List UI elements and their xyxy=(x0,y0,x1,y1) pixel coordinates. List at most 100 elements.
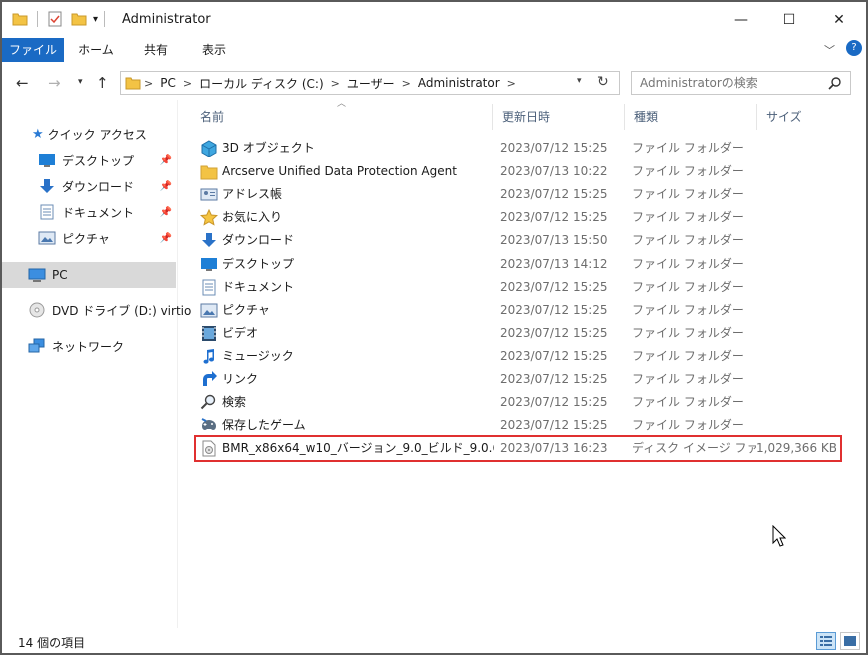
maximize-button[interactable]: ☐ xyxy=(766,2,812,38)
forward-arrow-icon[interactable]: → xyxy=(48,74,61,92)
file-date: 2023/07/12 15:25 xyxy=(500,372,608,386)
tab-file[interactable]: ファイル xyxy=(2,38,64,62)
file-row[interactable]: ビデオ 2023/07/12 15:25 ファイル フォルダー xyxy=(196,322,840,345)
details-view-button[interactable] xyxy=(816,632,836,650)
title-bar: ▾ Administrator — ☐ ✕ xyxy=(2,2,866,38)
nav-label: DVD ドライブ (D:) virtio xyxy=(52,303,192,318)
file-name: Arcserve Unified Data Protection Agent xyxy=(222,164,457,179)
chevron-right-icon[interactable]: > xyxy=(141,77,156,90)
large-icons-view-icon xyxy=(844,636,856,646)
nav-pictures[interactable]: ピクチャ 📌 xyxy=(2,226,176,250)
refresh-icon[interactable]: ↻ xyxy=(597,74,609,90)
nav-quick-access[interactable]: ★ クイック アクセス xyxy=(2,122,176,146)
file-row[interactable]: 検索 2023/07/12 15:25 ファイル フォルダー xyxy=(196,391,840,414)
nav-downloads[interactable]: ダウンロード 📌 xyxy=(2,174,176,198)
pin-icon[interactable]: 📌 xyxy=(160,233,172,244)
column-divider[interactable] xyxy=(756,104,757,130)
links-icon xyxy=(203,371,217,386)
nav-network[interactable]: ネットワーク xyxy=(2,334,176,358)
file-date: 2023/07/12 15:25 xyxy=(500,302,608,317)
column-header-type[interactable]: 種類 xyxy=(626,104,756,130)
breadcrumb-pc[interactable]: PC xyxy=(156,76,180,90)
large-icons-view-button[interactable] xyxy=(840,632,860,650)
back-arrow-icon[interactable]: ← xyxy=(16,74,29,92)
file-size xyxy=(756,276,836,299)
column-divider[interactable] xyxy=(492,104,493,130)
file-row[interactable]: デスクトップ 2023/07/13 14:12 ファイル フォルダー xyxy=(196,253,840,276)
customize-toolbar-icon[interactable]: ▾ xyxy=(93,14,98,25)
breadcrumb-local-disk[interactable]: ローカル ディスク (C:) xyxy=(195,75,328,92)
chevron-right-icon[interactable]: > xyxy=(504,77,519,90)
address-bar[interactable]: > PC > ローカル ディスク (C:) > ユーザー > Administr… xyxy=(120,71,620,95)
file-row[interactable]: 保存したゲーム 2023/07/12 15:25 ファイル フォルダー xyxy=(196,414,840,437)
chevron-right-icon[interactable]: > xyxy=(399,77,414,90)
file-size xyxy=(756,183,836,206)
file-row[interactable]: 3D オブジェクト 2023/07/12 15:25 ファイル フォルダー xyxy=(196,137,840,160)
file-size xyxy=(756,368,836,391)
file-row[interactable]: リンク 2023/07/12 15:25 ファイル フォルダー xyxy=(196,368,840,391)
pin-icon[interactable]: 📌 xyxy=(160,181,172,192)
3d-objects-icon xyxy=(201,140,217,157)
expand-ribbon-icon[interactable]: ﹀ xyxy=(824,42,835,58)
file-size xyxy=(756,345,836,368)
recent-locations-icon[interactable]: ▾ xyxy=(78,77,83,87)
close-button[interactable]: ✕ xyxy=(816,2,862,38)
file-row[interactable]: Arcserve Unified Data Protection Agent 20… xyxy=(196,160,840,183)
column-header-date[interactable]: 更新日時 xyxy=(494,104,624,130)
file-row[interactable]: ミュージック 2023/07/12 15:25 ファイル フォルダー xyxy=(196,345,840,368)
search-box[interactable] xyxy=(631,71,851,95)
file-row[interactable]: お気に入り 2023/07/12 15:25 ファイル フォルダー xyxy=(196,206,840,229)
column-header-name[interactable]: 名前 xyxy=(192,104,492,130)
breadcrumb-administrator[interactable]: Administrator xyxy=(414,76,504,90)
nav-label: ネットワーク xyxy=(52,339,125,354)
status-bar: 14 個の項目 xyxy=(2,628,866,653)
file-date: 2023/07/12 15:25 xyxy=(500,348,608,363)
nav-this-pc[interactable]: PC xyxy=(2,262,176,288)
item-count: 14 個の項目 xyxy=(18,636,86,650)
file-date: 2023/07/13 16:23 xyxy=(500,441,608,456)
file-type: ファイル フォルダー xyxy=(632,233,744,248)
videos-icon xyxy=(202,325,216,341)
favorites-icon xyxy=(200,209,218,226)
breadcrumb: > PC > ローカル ディスク (C:) > ユーザー > Administr… xyxy=(141,75,519,92)
minimize-button[interactable]: — xyxy=(718,2,764,38)
nav-documents[interactable]: ドキュメント 📌 xyxy=(2,200,176,224)
file-row[interactable]: ピクチャ 2023/07/12 15:25 ファイル フォルダー xyxy=(196,299,840,322)
search-input[interactable] xyxy=(640,76,820,90)
nav-label: PC xyxy=(52,268,68,282)
column-header-size[interactable]: サイズ xyxy=(758,104,838,130)
up-arrow-icon[interactable]: ↑ xyxy=(96,74,109,92)
file-date: 2023/07/13 14:12 xyxy=(500,256,608,271)
address-dropdown-icon[interactable]: ▾ xyxy=(577,76,582,86)
help-icon[interactable]: ? xyxy=(846,40,862,56)
nav-desktop[interactable]: デスクトップ 📌 xyxy=(2,148,176,172)
chevron-right-icon[interactable]: > xyxy=(328,77,343,90)
tab-share[interactable]: 共有 xyxy=(128,38,184,62)
music-icon xyxy=(203,348,215,364)
file-name: 保存したゲーム xyxy=(222,418,306,433)
file-row[interactable]: ダウンロード 2023/07/13 15:50 ファイル フォルダー xyxy=(196,229,840,252)
searches-icon xyxy=(200,394,216,410)
tab-home[interactable]: ホーム xyxy=(68,38,124,62)
file-row[interactable]: アドレス帳 2023/07/12 15:25 ファイル フォルダー xyxy=(196,183,840,206)
file-size xyxy=(756,391,836,414)
file-size xyxy=(756,322,836,345)
tab-view[interactable]: 表示 xyxy=(188,38,240,62)
file-row[interactable]: ドキュメント 2023/07/12 15:25 ファイル フォルダー xyxy=(196,276,840,299)
folder-icon[interactable] xyxy=(12,11,28,27)
file-row[interactable]: BMR_x86x64_w10_バージョン_9.0_ビルド_9.0.6034 202… xyxy=(194,435,842,463)
documents-icon xyxy=(202,279,216,296)
pin-icon[interactable]: 📌 xyxy=(160,155,172,166)
file-type: ファイル フォルダー xyxy=(632,325,744,340)
nav-dvd-drive[interactable]: DVD ドライブ (D:) virtio xyxy=(2,298,191,322)
contacts-icon xyxy=(200,188,218,201)
breadcrumb-users[interactable]: ユーザー xyxy=(343,75,399,92)
file-name: BMR_x86x64_w10_バージョン_9.0_ビルド_9.0.6034 xyxy=(222,441,494,456)
column-divider[interactable] xyxy=(624,104,625,130)
chevron-right-icon[interactable]: > xyxy=(180,77,195,90)
pin-icon[interactable]: 📌 xyxy=(160,207,172,218)
search-icon[interactable] xyxy=(828,76,842,90)
file-date: 2023/07/13 15:50 xyxy=(500,233,608,248)
new-folder-icon[interactable] xyxy=(71,11,87,27)
properties-icon[interactable] xyxy=(47,11,63,27)
